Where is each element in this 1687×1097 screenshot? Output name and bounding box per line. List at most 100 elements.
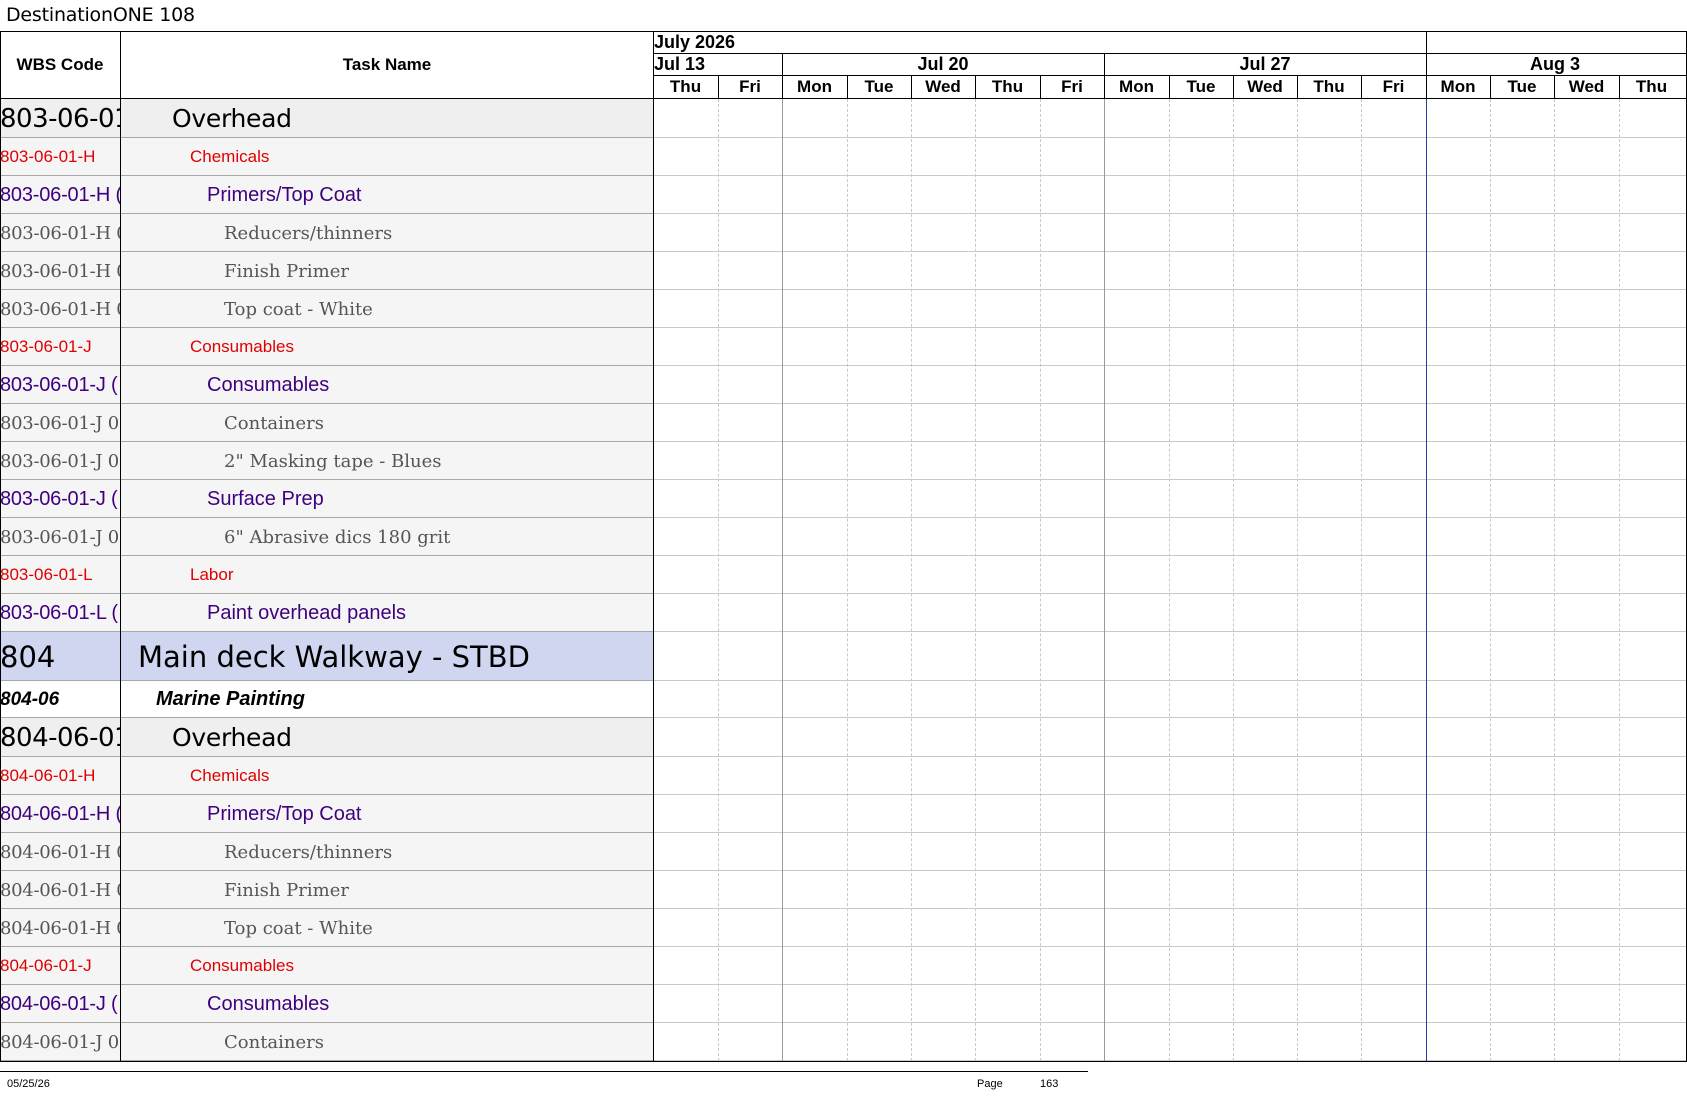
- task-name-cell[interactable]: Paint overhead panels: [121, 594, 738, 632]
- wbs-code-cell[interactable]: 803-06-01-J (: [0, 366, 120, 404]
- day-label: Wed: [1247, 77, 1283, 96]
- table-row[interactable]: 804 Main deck Walkway - STBD: [0, 632, 1687, 681]
- wbs-code-cell[interactable]: 804-06-01-H (: [0, 795, 120, 833]
- table-row[interactable]: 803-06-01-L (Paint overhead panels: [0, 594, 1687, 632]
- task-name-cell[interactable]: Main deck Walkway - STBD: [121, 632, 669, 681]
- wbs-code-cell[interactable]: 804-06-01: [0, 718, 120, 757]
- wbs-code-cell[interactable]: 804-06-01-H 01: [0, 871, 120, 909]
- task-name-cell[interactable]: Chemicals: [121, 757, 721, 795]
- table-row[interactable]: 803-06-01-J 01 Containers: [0, 404, 1687, 442]
- wbs-code-cell[interactable]: 804-06-01-H: [0, 757, 120, 795]
- day-header-boundary: [782, 75, 783, 98]
- table-row[interactable]: 803-06-01-J 02 6" Abrasive dics 180 grit: [0, 518, 1687, 556]
- table-row[interactable]: 803-06-01 Overhead: [0, 99, 1687, 138]
- task-name-cell[interactable]: Reducers/thinners: [121, 214, 755, 252]
- table-row[interactable]: 803-06-01-L Labor: [0, 556, 1687, 594]
- task-name-cell[interactable]: Primers/Top Coat: [121, 795, 738, 833]
- wbs-code-cell[interactable]: 803-06-01-J 02: [0, 518, 120, 556]
- wbs-code-cell[interactable]: 803-06-01-J: [0, 328, 120, 366]
- table-row[interactable]: 804-06-01-J Consumables: [0, 947, 1687, 985]
- table-row[interactable]: 803-06-01-J (Surface Prep: [0, 480, 1687, 518]
- task-name-cell[interactable]: Overhead: [121, 99, 703, 138]
- table-row[interactable]: 804-06-01-H 01Finish Primer: [0, 871, 1687, 909]
- day-label: Tue: [1186, 77, 1216, 96]
- footer-page-number: 163: [1040, 1078, 1059, 1090]
- day-label: Wed: [925, 77, 961, 96]
- wbs-code-cell[interactable]: 803-06-01: [0, 99, 120, 138]
- day-label: Mon: [1440, 77, 1476, 96]
- table-row[interactable]: 804-06-01-H Chemicals: [0, 757, 1687, 795]
- task-name-cell[interactable]: Overhead: [121, 718, 703, 757]
- task-name-cell[interactable]: Reducers/thinners: [121, 833, 755, 871]
- task-name-cell[interactable]: Chemicals: [121, 138, 721, 176]
- wbs-column-header[interactable]: WBS Code: [0, 32, 120, 98]
- wbs-code-cell[interactable]: 804-06-01-H 01: [0, 833, 120, 871]
- week-header-boundary: [782, 53, 783, 76]
- table-row[interactable]: 804-06-01-J 01 Containers: [0, 1023, 1687, 1061]
- table-row[interactable]: 803-06-01-J 01 2" Masking tape - Blues: [0, 442, 1687, 480]
- table-row[interactable]: 804-06-01-H 01Reducers/thinners: [0, 833, 1687, 871]
- task-name-cell[interactable]: Consumables: [121, 947, 721, 985]
- wbs-code-cell[interactable]: 803-06-01-J (: [0, 480, 120, 518]
- table-row[interactable]: 804-06 Marine Painting: [0, 681, 1687, 718]
- wbs-code-cell[interactable]: 804-06-01-J (: [0, 985, 120, 1023]
- wbs-code-cell[interactable]: 803-06-01-H 01: [0, 252, 120, 290]
- task-name-cell[interactable]: Primers/Top Coat: [121, 176, 738, 214]
- task-name-cell[interactable]: Consumables: [121, 366, 738, 404]
- task-name-cell[interactable]: Labor: [121, 556, 721, 594]
- day-label: Thu: [669, 77, 702, 96]
- wbs-code-cell[interactable]: 803-06-01-H: [0, 138, 120, 176]
- task-name-column-header[interactable]: Task Name: [121, 32, 653, 98]
- day-gridline: [911, 99, 912, 1061]
- task-name-cell[interactable]: Top coat - White: [121, 290, 755, 328]
- table-row[interactable]: 803-06-01-H 01Finish Primer: [0, 252, 1687, 290]
- table-row[interactable]: 803-06-01-H 01Top coat - White: [0, 290, 1687, 328]
- day-gridline: [1297, 99, 1298, 1061]
- wbs-code-cell[interactable]: 804-06-01-J 01: [0, 1023, 120, 1061]
- table-row[interactable]: 804-06-01-H 01Top coat - White: [0, 909, 1687, 947]
- day-header-boundary: [1426, 75, 1427, 98]
- week-label: Jul 27: [1239, 54, 1291, 74]
- task-name-cell[interactable]: Consumables: [121, 328, 721, 366]
- day-header-boundary: [975, 75, 976, 98]
- wbs-code-cell[interactable]: 803-06-01-H 01: [0, 214, 120, 252]
- task-name-cell[interactable]: Finish Primer: [121, 871, 755, 909]
- day-header-boundary: [1490, 75, 1491, 98]
- wbs-code-cell[interactable]: 803-06-01-J 01: [0, 442, 120, 480]
- wbs-code-cell[interactable]: 803-06-01-L: [0, 556, 120, 594]
- task-name-cell[interactable]: Top coat - White: [121, 909, 755, 947]
- task-name-cell[interactable]: 6" Abrasive dics 180 grit: [121, 518, 755, 556]
- table-row[interactable]: 804-06-01-J (Consumables: [0, 985, 1687, 1023]
- wbs-code-cell[interactable]: 803-06-01-J 01: [0, 404, 120, 442]
- timescale-month: July 2026: [654, 32, 736, 52]
- wbs-code-cell[interactable]: 803-06-01-H (: [0, 176, 120, 214]
- day-gridline: [1490, 99, 1491, 1061]
- frame-bottom-border: [0, 1061, 1687, 1062]
- task-name-cell[interactable]: Containers: [121, 404, 755, 442]
- task-name-cell[interactable]: Containers: [121, 1023, 755, 1061]
- table-row[interactable]: 803-06-01-J (Consumables: [0, 366, 1687, 404]
- table-row[interactable]: 803-06-01-J Consumables: [0, 328, 1687, 366]
- footer-date: 05/25/26: [7, 1078, 50, 1090]
- wbs-code-cell[interactable]: 804-06-01-J: [0, 947, 120, 985]
- table-row[interactable]: 804-06-01 Overhead: [0, 718, 1687, 757]
- wbs-code-cell[interactable]: 804-06: [0, 681, 120, 718]
- footer-divider: [0, 1071, 1088, 1072]
- table-row[interactable]: 803-06-01-H (Primers/Top Coat: [0, 176, 1687, 214]
- wbs-code-cell[interactable]: 803-06-01-L (: [0, 594, 120, 632]
- footer-page-label: Page: [977, 1078, 1003, 1090]
- frame-left-border: [0, 31, 1, 1061]
- table-row[interactable]: 803-06-01-H 01Reducers/thinners: [0, 214, 1687, 252]
- task-name-cell[interactable]: Marine Painting: [121, 681, 687, 718]
- task-name-cell[interactable]: Surface Prep: [121, 480, 738, 518]
- wbs-code-cell[interactable]: 803-06-01-H 01: [0, 290, 120, 328]
- task-name-cell[interactable]: 2" Masking tape - Blues: [121, 442, 755, 480]
- task-name-cell[interactable]: Consumables: [121, 985, 738, 1023]
- task-name-cell[interactable]: Finish Primer: [121, 252, 755, 290]
- day-header-boundary: [1233, 75, 1234, 98]
- wbs-code-cell[interactable]: 804: [0, 632, 120, 681]
- table-row[interactable]: 804-06-01-H (Primers/Top Coat: [0, 795, 1687, 833]
- table-row[interactable]: 803-06-01-H Chemicals: [0, 138, 1687, 176]
- day-label: Wed: [1568, 77, 1605, 96]
- wbs-code-cell[interactable]: 804-06-01-H 01: [0, 909, 120, 947]
